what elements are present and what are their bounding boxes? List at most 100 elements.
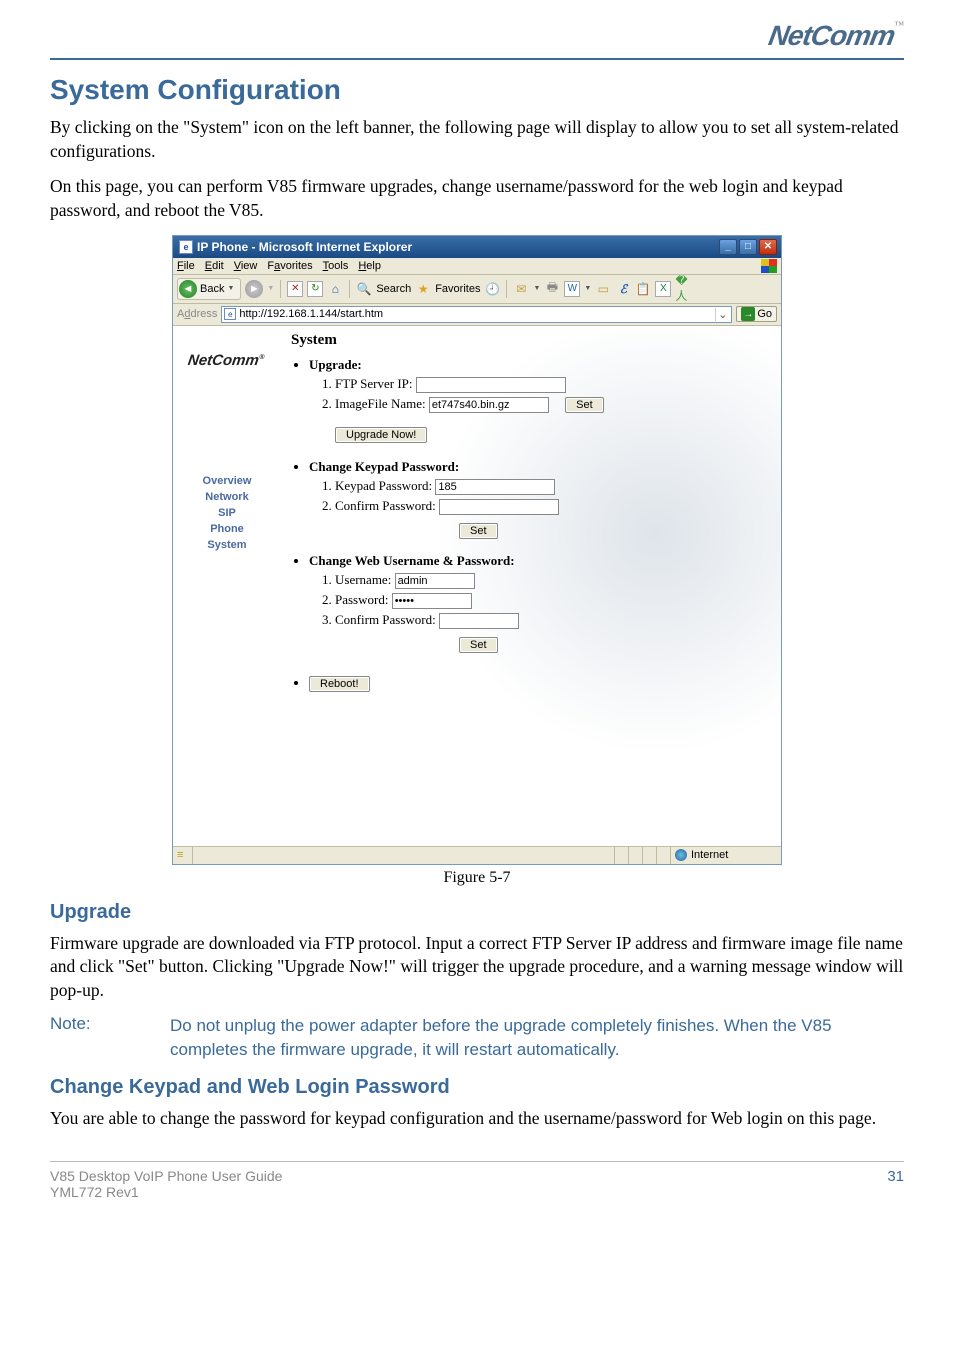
excel-button[interactable]: X [655,281,671,297]
ftp-server-input[interactable] [416,377,566,393]
favorites-star-icon: ★ [415,281,431,297]
keypad-set-button[interactable]: Set [459,523,498,539]
messenger-button[interactable]: �人 [675,281,691,297]
browser-window: e IP Phone - Microsoft Internet Explorer… [172,235,782,865]
menu-bar: File Edit View Favorites Tools Help [173,258,781,275]
edit-button[interactable]: W [564,281,580,297]
stop-button[interactable]: ✕ [287,281,303,297]
browser-content: NetComm® Overview Network SIP Phone Syst… [173,326,781,846]
keypad-password-label: Keypad Password: [335,478,432,493]
print-button[interactable]: 🖶 [544,281,560,297]
ie-page-icon: e [179,240,193,254]
forward-button[interactable]: ► [245,280,263,298]
confirm-password-input[interactable] [439,613,519,629]
back-button[interactable]: ◄ Back ▼ [177,278,241,300]
clipboard-button[interactable]: 📋 [635,281,651,297]
intro-paragraph-2: On this page, you can perform V85 firmwa… [50,175,904,222]
keypad-confirm-input[interactable] [439,499,559,515]
menu-favorites[interactable]: Favorites [267,260,312,272]
footer-line-2: YML772 Rev1 [50,1184,282,1200]
imagefile-input[interactable] [429,397,549,413]
menu-edit[interactable]: Edit [205,260,224,272]
back-dropdown-icon: ▼ [227,285,234,292]
search-button[interactable]: Search [376,283,411,295]
mail-button[interactable]: ✉ [513,281,529,297]
folder-button[interactable]: ▭ [595,281,611,297]
maximize-button[interactable]: □ [739,239,757,255]
header-rule [50,58,904,60]
brand-logo-text: NetComm [766,20,897,52]
research-button[interactable]: ℰ [615,281,631,297]
menu-view[interactable]: View [234,260,258,272]
content-heading: System [291,332,771,349]
confirm-password-label: Confirm Password: [335,612,436,627]
reboot-button[interactable]: Reboot! [309,676,370,692]
status-done-icon: ≡ [173,847,193,864]
close-button[interactable]: ✕ [759,239,777,255]
password-label: Password: [335,592,388,607]
favorites-button[interactable]: Favorites [435,283,480,295]
keypad-password-input[interactable] [435,479,555,495]
address-input-wrapper[interactable]: e http://192.168.1.144/start.htm ⌄ [221,306,732,323]
keypad-section-title: Change Keypad Password: [309,459,459,474]
go-label: Go [757,308,772,320]
menu-help[interactable]: Help [358,260,381,272]
imagefile-label: ImageFile Name: [335,396,426,411]
change-password-heading: Change Keypad and Web Login Password [50,1076,904,1099]
status-zone: Internet [671,847,781,864]
intro-paragraph-1: By clicking on the "System" icon on the … [50,116,904,163]
nav-phone[interactable]: Phone [173,523,281,535]
web-set-button[interactable]: Set [459,637,498,653]
address-value: http://192.168.1.144/start.htm [239,308,712,320]
main-content: System Upgrade: FTP Server IP: ImageFile… [281,326,781,846]
page-footer: V85 Desktop VoIP Phone User Guide YML772… [50,1161,904,1200]
nav-sip[interactable]: SIP [173,507,281,519]
nav-overview[interactable]: Overview [173,475,281,487]
status-bar: ≡ Internet [173,846,781,864]
username-input[interactable] [395,573,475,589]
history-button[interactable]: 🕘 [484,281,500,297]
ie-page-icon-small: e [224,308,236,320]
toolbar-separator [280,280,281,298]
go-arrow-icon: → [741,307,755,321]
page-number: 31 [887,1168,904,1200]
left-banner: NetComm® Overview Network SIP Phone Syst… [173,326,281,846]
keypad-confirm-label: Confirm Password: [335,498,436,513]
site-logo: NetComm® [170,332,284,375]
password-input[interactable] [392,593,472,609]
window-titlebar: e IP Phone - Microsoft Internet Explorer… [173,236,781,258]
menu-file[interactable]: File [177,260,195,272]
nav-network[interactable]: Network [173,491,281,503]
minimize-button[interactable]: _ [719,239,737,255]
change-password-paragraph: You are able to change the password for … [50,1107,904,1131]
forward-dropdown-icon: ▼ [267,285,274,292]
address-dropdown-icon[interactable]: ⌄ [715,308,729,321]
go-button[interactable]: → Go [736,306,777,322]
menu-tools[interactable]: Tools [323,260,349,272]
footer-line-1: V85 Desktop VoIP Phone User Guide [50,1168,282,1184]
note-body: Do not unplug the power adapter before t… [170,1014,904,1062]
note-label: Note: [50,1014,130,1062]
refresh-button[interactable]: ↻ [307,281,323,297]
upgrade-section-title: Upgrade: [309,357,362,372]
toolbar: ◄ Back ▼ ► ▼ ✕ ↻ ⌂ 🔍 Search ★ Favorites … [173,275,781,304]
nav-system[interactable]: System [173,539,281,551]
upgrade-now-button[interactable]: Upgrade Now! [335,427,427,443]
back-label: Back [200,283,224,295]
ftp-label: FTP Server IP: [335,376,413,391]
figure-caption: Figure 5-7 [50,869,904,887]
upgrade-set-button[interactable]: Set [565,397,604,413]
upgrade-paragraph: Firmware upgrade are downloaded via FTP … [50,932,904,1003]
home-button[interactable]: ⌂ [327,281,343,297]
search-icon: 🔍 [356,281,372,297]
figure-wrapper: e IP Phone - Microsoft Internet Explorer… [50,235,904,887]
toolbar-separator-2 [349,280,350,298]
address-label: Address [177,308,217,320]
toolbar-separator-3 [506,280,507,298]
note-block: Note: Do not unplug the power adapter be… [50,1014,904,1062]
back-arrow-icon: ◄ [179,280,197,298]
window-title: IP Phone - Microsoft Internet Explorer [197,240,412,254]
status-zone-label: Internet [691,849,728,861]
username-label: Username: [335,572,391,587]
nav-list: Overview Network SIP Phone System [173,475,281,551]
